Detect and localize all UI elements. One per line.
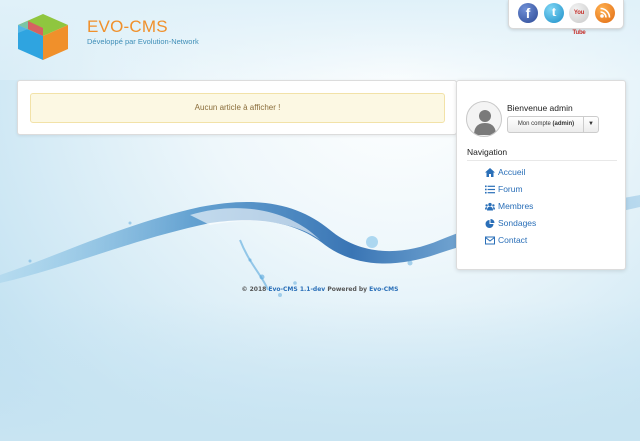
nav-item-label: Forum [498, 184, 523, 194]
youtube-icon[interactable]: You Tube [569, 3, 589, 36]
my-account-button[interactable]: Mon compte (admin) [508, 117, 584, 132]
twitter-icon[interactable]: t [544, 3, 564, 23]
my-account-label: Mon compte [517, 121, 551, 127]
nav-item-label: Accueil [498, 167, 526, 177]
envelope-icon [485, 236, 495, 245]
list-icon [485, 185, 495, 194]
pie-chart-icon [485, 219, 495, 228]
site-subtitle: Développé par Evolution-Network [87, 37, 199, 46]
footer-powered-label: Powered by [327, 286, 368, 293]
site-title[interactable]: EVO-CMS [87, 17, 168, 37]
user-silhouette-icon [474, 110, 496, 135]
footer-product-link[interactable]: Evo-CMS 1.1-dev [268, 286, 325, 293]
main-content-panel: Aucun article à afficher ! [17, 80, 457, 135]
nav-item-label: Sondages [498, 218, 537, 228]
welcome-text: Bienvenue admin [507, 103, 573, 113]
nav-item-label: Membres [498, 201, 534, 211]
no-articles-alert: Aucun article à afficher ! [30, 93, 445, 123]
my-account-username: (admin) [552, 121, 575, 127]
user-sidebar: Bienvenue admin Mon compte (admin) ▼ Nav… [456, 80, 626, 270]
footer-powered-link[interactable]: Evo-CMS [369, 286, 398, 293]
social-links-bar: f t You Tube [508, 0, 624, 36]
home-icon [485, 168, 495, 177]
caret-down-icon[interactable]: ▼ [583, 117, 598, 132]
facebook-icon[interactable]: f [518, 3, 538, 23]
footer: © 2018 Evo-CMS 1.1-dev Powered by Evo-CM… [0, 286, 640, 293]
nav-item-label: Contact [498, 235, 528, 245]
my-account-dropdown[interactable]: Mon compte (admin) ▼ [507, 116, 599, 133]
footer-copyright: © 2018 [241, 286, 267, 293]
avatar[interactable] [466, 101, 502, 137]
users-icon [485, 202, 495, 211]
divider [467, 160, 617, 161]
navigation-heading: Navigation [467, 147, 508, 157]
cube-logo[interactable] [14, 12, 72, 62]
rss-icon[interactable] [595, 3, 615, 23]
